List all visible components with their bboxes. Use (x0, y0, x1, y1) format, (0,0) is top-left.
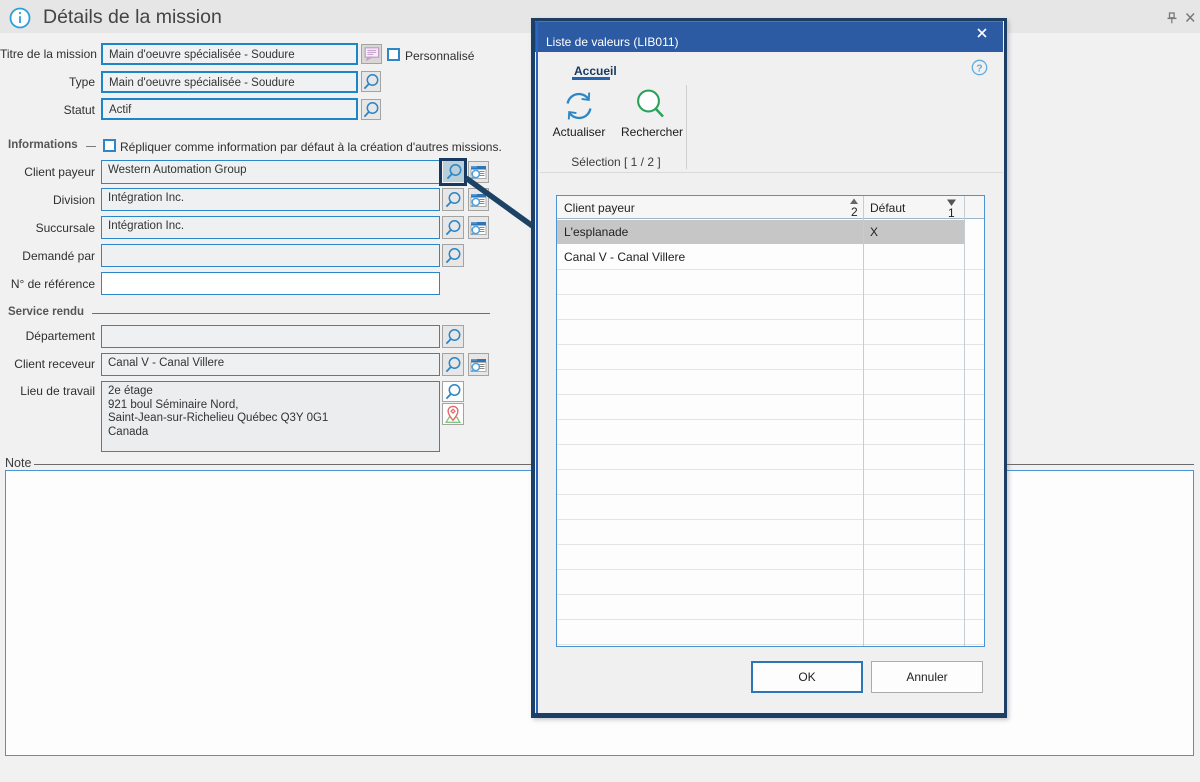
svg-text:?: ? (976, 63, 982, 75)
